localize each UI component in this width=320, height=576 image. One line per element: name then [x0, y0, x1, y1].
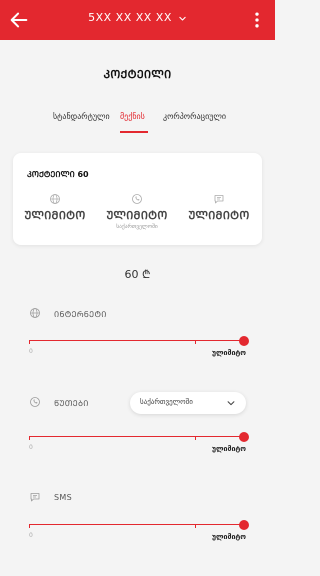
phone-number-selector[interactable]: 5XX XX XX XX: [0, 11, 275, 24]
slider-tick: [195, 436, 196, 440]
sms-icon: [214, 195, 224, 204]
feature-value: ᲣᲚᲘᲛᲘᲢᲝ: [106, 209, 168, 222]
internet-label: ᲘᲜᲢᲔᲠᲜᲔᲢᲘ: [54, 310, 107, 319]
tab-corporate[interactable]: კორპორაციული: [163, 112, 226, 121]
phone-icon: [30, 397, 40, 407]
internet-slider[interactable]: [29, 340, 244, 341]
slider-tick: [195, 524, 196, 528]
feature-subtext: საქართველოში: [116, 224, 158, 230]
slider-tick: [195, 340, 196, 344]
slider-tick: [29, 524, 30, 528]
feature-internet: ᲣᲚᲘᲛᲘᲢᲝ: [15, 193, 95, 223]
sms-value: ულიმიტო: [211, 533, 246, 541]
minutes-value: ულიმიტო: [211, 445, 246, 453]
page-title: ᲙᲝᲥᲢᲔᲘᲚᲘ: [103, 68, 172, 81]
tab-standard[interactable]: სტანდარტული: [53, 112, 110, 121]
more-vertical-icon[interactable]: [247, 10, 267, 30]
internet-min-label: 0: [29, 348, 33, 355]
sms-min-label: 0: [29, 532, 33, 539]
package-title: ᲙᲝᲥᲢᲔᲘᲚᲘ 60: [27, 170, 89, 179]
chevron-down-icon: [227, 401, 235, 406]
feature-minutes: ᲣᲚᲘᲛᲘᲢᲝ საქართველოში: [97, 193, 177, 230]
slider-tick: [29, 436, 30, 440]
package-card: ᲙᲝᲥᲢᲔᲘᲚᲘ 60 ᲣᲚᲘᲛᲘᲢᲝ ᲣᲚᲘᲛᲘᲢᲝ საქართველოში…: [13, 153, 262, 245]
phone-icon: [132, 194, 142, 204]
globe-icon: [30, 308, 40, 318]
minutes-slider[interactable]: [29, 436, 244, 437]
tab-bar: სტანდარტული მექნის კორპორაციული: [0, 112, 275, 136]
internet-value: ულიმიტო: [211, 349, 246, 357]
chevron-down-icon: [179, 16, 186, 21]
tab-active[interactable]: მექნის: [120, 112, 145, 121]
top-app-bar: 5XX XX XX XX: [0, 0, 275, 40]
sms-slider-thumb[interactable]: [239, 520, 249, 530]
feature-sms: ᲣᲚᲘᲛᲘᲢᲝ: [179, 193, 259, 223]
phone-number: 5XX XX XX XX: [88, 11, 172, 24]
package-price: 60 ₾: [124, 268, 151, 281]
globe-icon: [50, 194, 60, 204]
tab-active-indicator: [120, 131, 148, 133]
feature-value: ᲣᲚᲘᲛᲘᲢᲝ: [188, 209, 250, 222]
sms-slider[interactable]: [29, 524, 244, 525]
minutes-label: ᲬᲣᲗᲔᲑᲘ: [54, 399, 89, 408]
sms-icon: [30, 493, 40, 502]
slider-tick: [29, 340, 30, 344]
internet-slider-thumb[interactable]: [239, 336, 249, 346]
minutes-min-label: 0: [29, 444, 33, 451]
sms-label: SMS: [54, 493, 72, 502]
minutes-slider-thumb[interactable]: [239, 432, 249, 442]
region-dropdown-value: საქართველოში: [140, 398, 193, 406]
region-dropdown[interactable]: საქართველოში: [130, 392, 246, 414]
feature-value: ᲣᲚᲘᲛᲘᲢᲝ: [24, 209, 86, 222]
